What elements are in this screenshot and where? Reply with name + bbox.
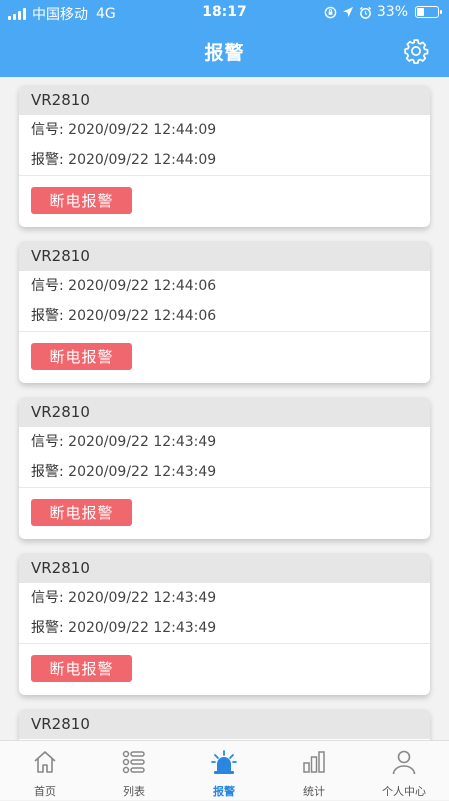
alarm-time: 2020/09/22 12:44:06: [68, 308, 217, 324]
user-icon: [392, 750, 416, 775]
signal-label: 信号:: [31, 590, 64, 606]
tab-label: 首页: [34, 785, 56, 798]
alarm-clock-icon: [359, 6, 372, 19]
signal-row: 信号: 2020/09/22 12:43:49: [19, 427, 430, 457]
alarm-label: 报警:: [31, 152, 64, 168]
signal-time: 2020/09/22 12:43:49: [68, 590, 217, 606]
signal-label: 信号:: [31, 434, 64, 450]
signal-time: 2020/09/22 12:43:49: [68, 434, 217, 450]
siren-icon: [211, 750, 237, 774]
alarm-card: VR2810 信号: 2020/09/22 12:43:49 报警: 2020/…: [19, 397, 430, 539]
tab-label: 统计: [303, 785, 325, 798]
signal-row: 信号: 2020/09/22 12:43:49: [19, 583, 430, 613]
battery-percent: 33%: [376, 4, 408, 20]
tab-label: 报警: [213, 785, 235, 798]
signal-row: 信号: 2020/09/22 12:44:09: [19, 115, 430, 145]
device-id: VR2810: [19, 553, 430, 583]
power-off-alarm-button[interactable]: 断电报警: [31, 499, 132, 526]
list-icon: [122, 750, 145, 774]
tab-label: 列表: [123, 785, 145, 798]
signal-time: 2020/09/22 12:44:09: [68, 122, 217, 138]
signal-time: 2020/09/22 12:44:06: [68, 278, 217, 294]
home-icon: [34, 751, 56, 773]
tab-label: 个人中心: [382, 785, 426, 798]
alarm-row: 报警: 2020/09/22 12:44:09: [19, 145, 430, 175]
alarm-time: 2020/09/22 12:43:49: [68, 464, 217, 480]
power-off-alarm-button[interactable]: 断电报警: [31, 187, 132, 214]
gear-icon[interactable]: [403, 38, 429, 64]
power-off-alarm-button[interactable]: 断电报警: [31, 655, 132, 682]
alarm-row: 报警: 2020/09/22 12:44:06: [19, 301, 430, 331]
tab-bar: 首页 列表 报警 统计 个人中心: [0, 740, 449, 800]
tab-statistics[interactable]: 统计: [269, 741, 359, 801]
battery-icon: [415, 6, 442, 18]
tab-profile[interactable]: 个人中心: [359, 741, 449, 801]
tab-alarm[interactable]: 报警: [179, 741, 269, 801]
alarm-card: VR2810 信号: 2020/09/22 12:43:49 报警: 2020/…: [19, 553, 430, 695]
page-title: 报警: [204, 42, 245, 64]
alarm-label: 报警:: [31, 464, 64, 480]
tab-home[interactable]: 首页: [0, 741, 90, 801]
tab-list[interactable]: 列表: [89, 741, 179, 801]
device-id: VR2810: [19, 397, 430, 427]
alarm-card: VR2810: [19, 709, 430, 740]
alarm-label: 报警:: [31, 620, 64, 636]
power-off-alarm-button[interactable]: 断电报警: [31, 343, 132, 370]
orientation-lock-icon: [324, 6, 337, 18]
alarm-row: 报警: 2020/09/22 12:43:49: [19, 613, 430, 643]
device-id: VR2810: [19, 709, 430, 739]
device-id: VR2810: [19, 241, 430, 271]
alarm-time: 2020/09/22 12:44:09: [68, 152, 217, 168]
signal-label: 信号:: [31, 122, 64, 138]
signal-row: 信号: 2020/09/22 12:44:06: [19, 271, 430, 301]
status-bar: 中国移动 4G 18:17 33%: [0, 0, 449, 26]
alarm-list[interactable]: VR2810 信号: 2020/09/22 12:44:09 报警: 2020/…: [0, 77, 449, 740]
alarm-row: 报警: 2020/09/22 12:43:49: [19, 457, 430, 487]
alarm-card: VR2810 信号: 2020/09/22 12:44:09 报警: 2020/…: [19, 85, 430, 227]
signal-label: 信号:: [31, 278, 64, 294]
device-id: VR2810: [19, 85, 430, 115]
alarm-card: VR2810 信号: 2020/09/22 12:44:06 报警: 2020/…: [19, 241, 430, 383]
alarm-label: 报警:: [31, 308, 64, 324]
bar-chart-icon: [303, 751, 325, 773]
app-header: 中国移动 4G 18:17 33% 报警: [0, 0, 449, 77]
location-icon: [342, 7, 353, 17]
alarm-time: 2020/09/22 12:43:49: [68, 620, 217, 636]
